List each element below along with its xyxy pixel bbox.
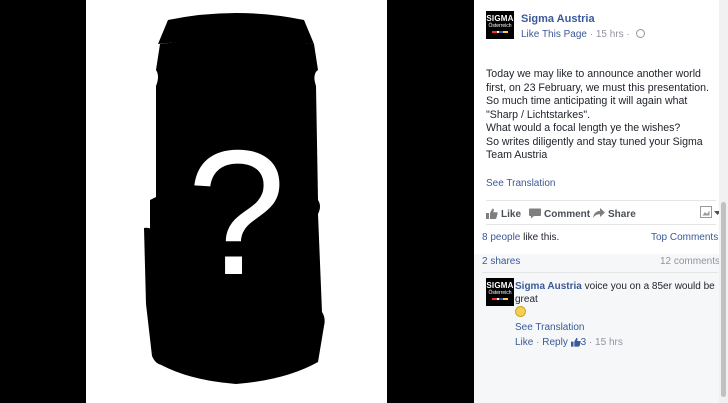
post-text-line: Today we may like to announce another wo… xyxy=(486,68,712,121)
comments-count[interactable]: 12 comments xyxy=(660,256,720,267)
shares-row: 2 shares 12 comments xyxy=(482,256,720,267)
panel-scrollbar[interactable] xyxy=(719,0,728,403)
thumbs-up-icon xyxy=(570,337,581,347)
likes-people-link[interactable]: 8 people xyxy=(482,232,520,243)
shares-link[interactable]: 2 shares xyxy=(482,256,520,267)
post-text: Today we may like to announce another wo… xyxy=(486,68,722,163)
comment-see-translation-link[interactable]: See Translation xyxy=(515,321,723,334)
comment-reply-link[interactable]: Reply xyxy=(542,337,568,348)
post-text-line: What would a focal length ye the wishes? xyxy=(486,122,681,134)
comment-time: · 15 hrs xyxy=(586,337,623,348)
post-panel: SIGMA Österreich Sigma Austria Like This… xyxy=(474,0,728,403)
post-text-line: So writes diligently and stay tuned your… xyxy=(486,135,706,162)
post-time[interactable]: · 15 hrs · xyxy=(590,29,630,40)
see-translation-link[interactable]: See Translation xyxy=(486,178,556,189)
divider xyxy=(482,272,718,273)
likes-suffix: like this. xyxy=(520,232,560,243)
comment-body: Sigma Austria voice you on a 85er would … xyxy=(515,280,723,349)
comment-icon xyxy=(529,208,541,219)
comment-actions: Like · Reply 3 · 15 hrs xyxy=(515,337,623,348)
thumbs-up-icon xyxy=(486,208,498,219)
page-avatar[interactable]: SIGMA Österreich xyxy=(486,11,514,39)
post-photo[interactable]: ? xyxy=(86,0,387,403)
post-meta: Like This Page · 15 hrs · xyxy=(521,29,645,40)
share-icon xyxy=(593,208,605,218)
top-comments-dropdown[interactable]: Top Comments ▾ xyxy=(651,232,726,243)
comment-author[interactable]: Sigma Austria xyxy=(515,281,582,292)
like-button[interactable]: Like xyxy=(486,208,521,220)
smiley-emoji-icon xyxy=(515,306,526,317)
globe-icon xyxy=(635,29,645,38)
page-name[interactable]: Sigma Austria xyxy=(521,13,595,25)
likes-row: 8 people like this. Top Comments ▾ xyxy=(482,232,726,243)
commenter-avatar[interactable]: SIGMA Österreich xyxy=(486,278,514,306)
like-page-link[interactable]: Like This Page xyxy=(521,29,587,40)
question-mark: ? xyxy=(187,113,286,312)
post-actions: Like Comment Share xyxy=(486,206,722,222)
scrollbar-thumb[interactable] xyxy=(721,202,726,397)
photo-viewer: ? xyxy=(0,0,474,403)
divider xyxy=(486,200,716,201)
share-button[interactable]: Share xyxy=(593,208,636,220)
divider xyxy=(486,224,716,225)
comment-button[interactable]: Comment xyxy=(529,208,590,220)
comment-like-link[interactable]: Like xyxy=(515,337,533,348)
